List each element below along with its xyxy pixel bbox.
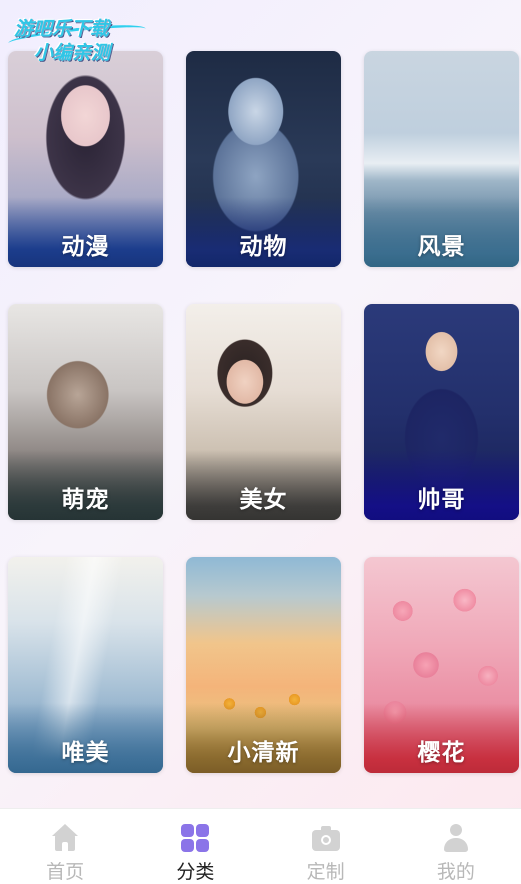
category-card-animal[interactable]: 动物 (186, 51, 341, 267)
category-card-sakura[interactable]: 樱花 (364, 557, 519, 773)
category-card-scenery[interactable]: 风景 (364, 51, 519, 267)
category-grid-icon (180, 823, 210, 853)
watermark-line1: 游吧乐下载 (14, 18, 110, 40)
category-card-aesthetic[interactable]: 唯美 (8, 557, 163, 773)
camera-icon (311, 823, 341, 853)
profile-icon (441, 823, 471, 853)
tab-custom[interactable]: 定制 (261, 809, 391, 884)
tab-label: 首页 (46, 861, 85, 883)
home-icon (50, 823, 80, 853)
category-card-beauty[interactable]: 美女 (186, 304, 341, 520)
category-card-pets[interactable]: 萌宠 (8, 304, 163, 520)
tab-profile[interactable]: 我的 (391, 809, 521, 884)
category-label: 美女 (239, 487, 288, 513)
tab-label: 定制 (306, 861, 345, 883)
category-label: 小清新 (227, 740, 300, 766)
category-label: 萌宠 (61, 487, 110, 513)
watermark-logo: 游吧乐下载 小编亲测 (7, 8, 148, 66)
tab-label: 我的 (436, 861, 475, 883)
category-label: 唯美 (61, 740, 110, 766)
category-label: 樱花 (417, 740, 466, 766)
category-label: 动物 (239, 234, 288, 260)
watermark-line2: 小编亲测 (34, 42, 111, 64)
category-card-fresh[interactable]: 小清新 (186, 557, 341, 773)
tab-home[interactable]: 首页 (0, 809, 130, 884)
tab-category[interactable]: 分类 (130, 809, 260, 884)
bottom-tab-bar: 首页 分类 定制 我的 (0, 808, 521, 884)
category-card-anime[interactable]: 动漫 (8, 51, 163, 267)
category-label: 帅哥 (417, 487, 466, 513)
category-card-handsome[interactable]: 帅哥 (364, 304, 519, 520)
tab-label: 分类 (176, 861, 215, 883)
category-label: 动漫 (61, 234, 110, 260)
category-label: 风景 (417, 234, 466, 260)
